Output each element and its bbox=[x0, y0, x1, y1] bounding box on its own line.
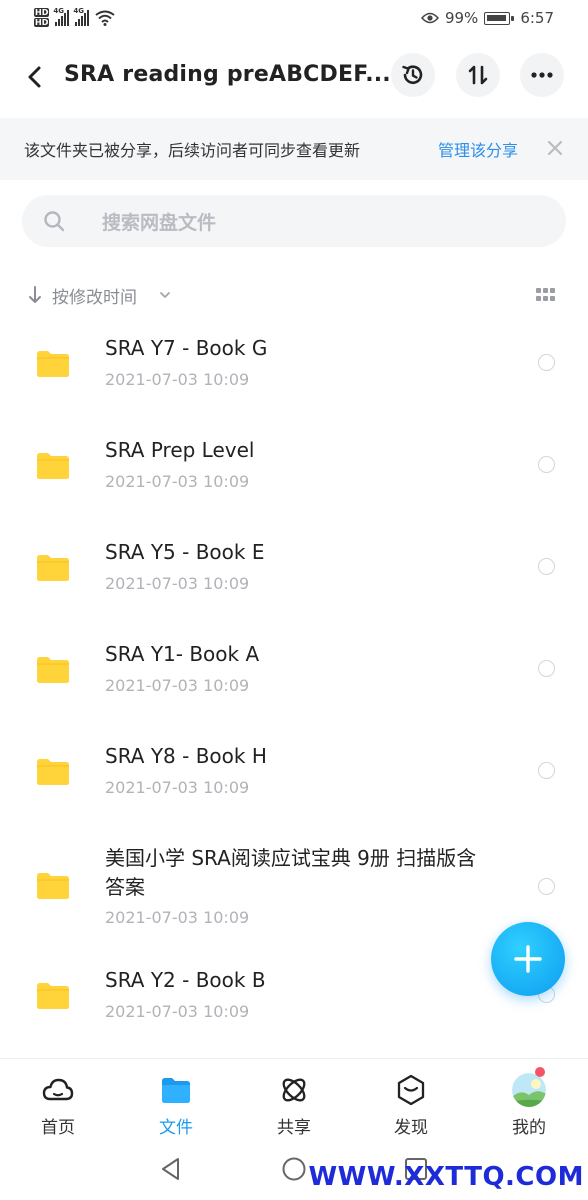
wifi-icon bbox=[95, 10, 115, 26]
share-notice-banner: 该文件夹已被分享，后续访问者可同步查看更新 管理该分享 bbox=[0, 118, 588, 180]
select-radio[interactable] bbox=[538, 558, 555, 575]
select-radio[interactable] bbox=[538, 660, 555, 677]
add-button[interactable] bbox=[491, 922, 565, 996]
more-button[interactable] bbox=[520, 53, 564, 97]
back-arrow-icon[interactable] bbox=[20, 62, 50, 92]
file-name: SRA Y5 - Book E bbox=[105, 540, 265, 564]
status-bar: HD HD 4G 4G 99% 6:57 bbox=[0, 0, 588, 36]
hd-label-2: HD bbox=[34, 18, 50, 27]
file-name: SRA Y7 - Book G bbox=[105, 336, 268, 360]
list-item[interactable]: SRA Y5 - Book E 2021-07-03 10:09 bbox=[0, 534, 588, 634]
network-label-2: 4G bbox=[73, 7, 84, 15]
list-item[interactable]: SRA Y8 - Book H 2021-07-03 10:09 bbox=[0, 738, 588, 838]
tab-discover[interactable]: 发现 bbox=[371, 1073, 451, 1138]
status-right: 99% 6:57 bbox=[420, 9, 554, 27]
file-date: 2021-07-03 10:09 bbox=[105, 472, 250, 491]
sort-transfer-icon bbox=[468, 65, 488, 85]
signal-icon-2: 4G bbox=[73, 7, 90, 26]
file-date: 2021-07-03 10:09 bbox=[105, 574, 250, 593]
nav-back-icon[interactable] bbox=[156, 1154, 186, 1184]
search-input[interactable]: 搜索网盘文件 bbox=[22, 195, 566, 247]
plus-icon bbox=[514, 945, 542, 973]
network-label-1: 4G bbox=[53, 7, 64, 15]
file-name-line2: 答案 bbox=[105, 875, 145, 899]
battery-icon bbox=[484, 11, 515, 25]
tab-label: 我的 bbox=[512, 1118, 546, 1138]
file-name: SRA Prep Level bbox=[105, 438, 255, 462]
signal-icon: 4G bbox=[53, 7, 70, 26]
folder-icon bbox=[162, 1078, 190, 1103]
grid-view-icon[interactable] bbox=[536, 288, 556, 302]
select-radio[interactable] bbox=[538, 762, 555, 779]
file-name-line1: 美国小学 SRA阅读应试宝典 9册 扫描版含 bbox=[105, 846, 477, 870]
share-notice-text: 该文件夹已被分享，后续访问者可同步查看更新 bbox=[24, 141, 361, 160]
page-title: SRA reading preABCDEF... bbox=[64, 62, 391, 87]
tab-files[interactable]: 文件 bbox=[136, 1073, 216, 1138]
file-name: SRA Y1- Book A bbox=[105, 642, 260, 666]
battery-percent: 99% bbox=[444, 9, 479, 27]
list-item[interactable]: SRA Prep Level 2021-07-03 10:09 bbox=[0, 432, 588, 532]
manage-share-link[interactable]: 管理该分享 bbox=[438, 137, 518, 161]
bottom-tab-bar: 首页 文件 共享 发现 我的 bbox=[0, 1058, 588, 1140]
history-icon bbox=[402, 65, 423, 84]
screen: { "status_bar": { "battery_percent": "99… bbox=[0, 0, 588, 1200]
orbit-share-icon bbox=[282, 1078, 306, 1102]
search-icon bbox=[44, 211, 65, 232]
folder-icon bbox=[37, 983, 69, 1009]
system-nav-bar: WWW.XXTTQ.COM bbox=[0, 1140, 588, 1200]
file-name: SRA Y8 - Book H bbox=[105, 744, 267, 768]
sort-row: 按修改时间 bbox=[0, 280, 588, 310]
folder-icon bbox=[37, 453, 69, 479]
tab-label: 文件 bbox=[159, 1118, 193, 1138]
tab-me[interactable]: 我的 bbox=[489, 1067, 569, 1138]
avatar-icon bbox=[512, 1073, 546, 1107]
list-item[interactable]: SRA Y1- Book A 2021-07-03 10:09 bbox=[0, 636, 588, 736]
file-date: 2021-07-03 10:09 bbox=[105, 676, 250, 695]
title-bar: SRA reading preABCDEF... bbox=[0, 40, 588, 116]
sort-label[interactable]: 按修改时间 bbox=[52, 283, 137, 308]
cube-discover-icon bbox=[397, 1074, 425, 1106]
nav-home-icon[interactable] bbox=[279, 1154, 309, 1184]
select-radio[interactable] bbox=[538, 878, 555, 895]
transfer-button[interactable] bbox=[456, 53, 500, 97]
eye-icon bbox=[420, 12, 439, 24]
tab-home[interactable]: 首页 bbox=[18, 1073, 98, 1138]
folder-icon bbox=[37, 555, 69, 581]
hd-indicator: HD HD bbox=[34, 8, 50, 28]
folder-icon bbox=[37, 759, 69, 785]
file-date: 2021-07-03 10:09 bbox=[105, 370, 250, 389]
file-date: 2021-07-03 10:09 bbox=[105, 908, 250, 927]
tab-share[interactable]: 共享 bbox=[254, 1073, 334, 1138]
file-date: 2021-07-03 10:09 bbox=[105, 778, 250, 797]
sort-down-arrow-icon[interactable] bbox=[26, 284, 44, 306]
search-placeholder: 搜索网盘文件 bbox=[102, 211, 217, 234]
tab-label: 首页 bbox=[41, 1118, 75, 1138]
close-icon[interactable] bbox=[545, 138, 565, 158]
tab-label: 共享 bbox=[277, 1118, 311, 1138]
chevron-down-icon[interactable] bbox=[158, 288, 172, 302]
tab-label: 发现 bbox=[394, 1118, 428, 1138]
hd-label-1: HD bbox=[34, 8, 50, 17]
status-left: HD HD 4G 4G bbox=[34, 7, 115, 28]
cloud-icon bbox=[42, 1078, 74, 1101]
file-name: SRA Y2 - Book B bbox=[105, 968, 266, 992]
select-radio[interactable] bbox=[538, 354, 555, 371]
select-radio[interactable] bbox=[538, 456, 555, 473]
more-icon bbox=[531, 72, 553, 78]
folder-icon bbox=[37, 351, 69, 377]
folder-icon bbox=[37, 657, 69, 683]
list-item[interactable]: SRA Y7 - Book G 2021-07-03 10:09 bbox=[0, 330, 588, 430]
notification-dot bbox=[535, 1067, 545, 1077]
watermark: WWW.XXTTQ.COM bbox=[308, 1162, 584, 1192]
file-date: 2021-07-03 10:09 bbox=[105, 1002, 250, 1021]
folder-icon bbox=[37, 873, 69, 899]
clock: 6:57 bbox=[520, 9, 554, 27]
history-button[interactable] bbox=[391, 53, 435, 97]
